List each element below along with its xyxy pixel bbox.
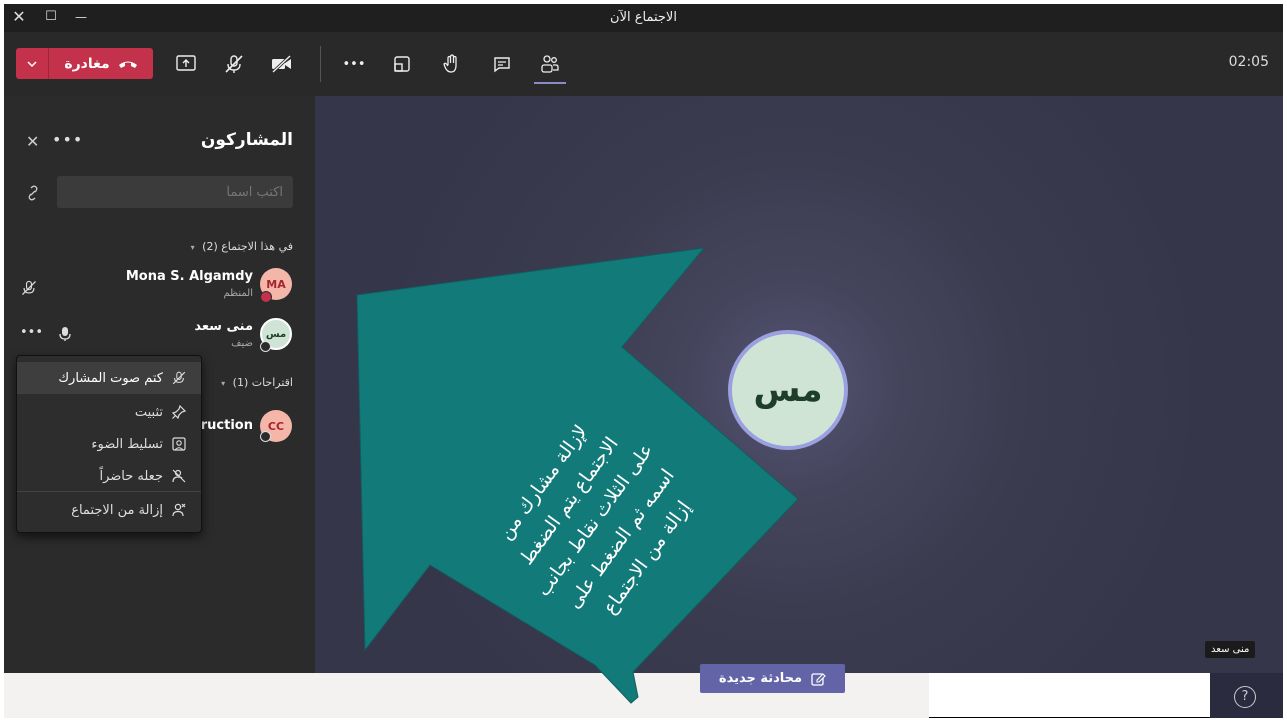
help-icon[interactable]: ? xyxy=(1234,686,1256,708)
mic-off-icon xyxy=(172,371,186,385)
people-icon[interactable] xyxy=(538,52,562,76)
participant-role: المنظم xyxy=(223,288,253,299)
avatar-initials: مس xyxy=(265,328,287,340)
mic-off-icon[interactable] xyxy=(222,52,246,76)
menu-divider xyxy=(17,491,201,492)
participant-name: Mona S. Algamdy xyxy=(125,269,253,284)
remove-person-icon xyxy=(172,503,186,517)
leave-label: مغادرة xyxy=(64,55,110,72)
panel-more-options-button[interactable]: ••• xyxy=(52,130,83,149)
toolbar-divider xyxy=(320,46,321,82)
panel-title: المشاركون xyxy=(200,130,293,150)
mic-icon xyxy=(58,326,72,346)
participant-role: ضيف xyxy=(231,338,253,349)
window-title: الاجتماع الآن xyxy=(610,10,677,25)
menu-item-pin[interactable]: تثبيت xyxy=(17,396,201,428)
raise-hand-icon[interactable] xyxy=(440,52,464,76)
participant-context-menu: كتم صوت المشارك تثبيت تسليط الضوء جعله ح… xyxy=(16,355,202,533)
menu-item-label: تسليط الضوء xyxy=(91,436,163,452)
menu-item-mute-participant[interactable]: كتم صوت المشارك xyxy=(17,362,201,394)
compose-icon xyxy=(811,672,826,686)
section-suggestions-label: اقتراحات (1) xyxy=(232,376,293,389)
room-view-icon[interactable] xyxy=(390,52,414,76)
menu-item-label: جعله حاضراً xyxy=(99,468,163,484)
meeting-timer: 02:05 xyxy=(1228,54,1269,70)
suggestions-section-header[interactable]: اقتراحات (1) ▾ xyxy=(221,376,293,389)
hang-up-icon xyxy=(118,61,137,68)
section-in-meeting-label: في هذا الاجتماع (2) xyxy=(202,240,293,253)
meeting-toolbar: مغادرة ••• 02:05 xyxy=(4,32,1283,96)
chevron-down-icon xyxy=(27,60,37,67)
chevron-down-icon: ▾ xyxy=(221,379,226,388)
camera-off-icon[interactable] xyxy=(270,52,294,76)
chevron-down-icon: ▾ xyxy=(190,243,195,252)
menu-item-make-attendee[interactable]: جعله حاضراً xyxy=(17,460,201,492)
menu-item-remove-from-meeting[interactable]: إزالة من الاجتماع xyxy=(17,494,201,526)
share-tray-icon[interactable] xyxy=(174,52,198,76)
participant-name: منى سعد xyxy=(194,319,253,334)
menu-item-label: تثبيت xyxy=(134,404,163,420)
avatar-initials: MA xyxy=(266,277,286,291)
close-panel-button[interactable]: ✕ xyxy=(26,132,39,151)
participant-search-input[interactable] xyxy=(57,176,293,208)
status-dot xyxy=(260,431,271,442)
leave-options-button[interactable] xyxy=(16,48,49,79)
stage-name-tag: منى سعد xyxy=(1205,641,1256,658)
menu-item-label: كتم صوت المشارك xyxy=(58,370,163,386)
pin-icon xyxy=(171,404,187,420)
in-meeting-section-header[interactable]: في هذا الاجتماع (2) ▾ xyxy=(191,240,293,253)
share-invite-icon[interactable] xyxy=(24,184,42,202)
avatar-initials: CC xyxy=(267,419,285,433)
menu-item-label: إزالة من الاجتماع xyxy=(71,502,163,518)
status-dot xyxy=(260,341,271,352)
chat-icon[interactable] xyxy=(490,52,514,76)
status-dot xyxy=(260,291,272,303)
search-field[interactable] xyxy=(57,176,293,208)
leave-button[interactable]: مغادرة xyxy=(16,48,153,79)
participant-more-options-button[interactable]: ••• xyxy=(20,325,43,340)
active-tab-indicator xyxy=(534,82,566,84)
mic-off-icon xyxy=(20,279,38,301)
spotlight-icon xyxy=(172,437,186,451)
menu-item-spotlight[interactable]: تسليط الضوء xyxy=(17,428,201,460)
attendee-icon xyxy=(172,469,186,483)
title-bar: ✕ ☐ — الاجتماع الآن xyxy=(4,4,1283,32)
more-actions-icon[interactable]: ••• xyxy=(342,52,366,76)
